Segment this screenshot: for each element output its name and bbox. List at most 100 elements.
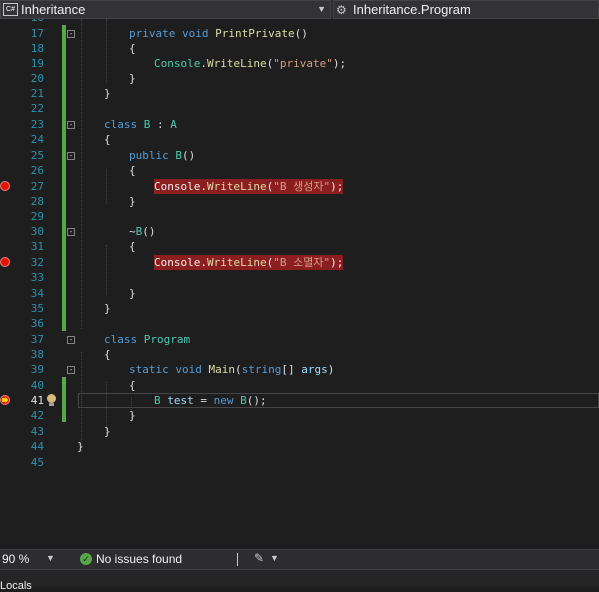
line-number: 31 — [30, 240, 44, 253]
editor-status-bar: 90 % ▼ ✓ No issues found ✎ ▼ — [0, 549, 599, 569]
code-line: 35 } — [0, 301, 599, 316]
class-icon: ⚙ — [336, 2, 347, 17]
code-line: 44 } — [0, 439, 599, 454]
line-number: 34 — [30, 287, 44, 300]
check-circle-icon: ✓ — [80, 553, 92, 565]
line-number: 25 — [30, 149, 44, 162]
code-line: 40 { — [0, 378, 599, 393]
line-number: 37 — [30, 333, 44, 346]
code-text[interactable]: private void PrintPrivate() — [129, 26, 308, 41]
locals-panel: Locals — [0, 569, 599, 592]
code-line: 28 } — [0, 194, 599, 209]
line-number: 40 — [30, 379, 44, 392]
line-number: 44 — [30, 440, 44, 453]
line-number: 32 — [30, 256, 44, 269]
code-text[interactable]: { — [104, 132, 111, 147]
code-line: 37 class Program — [0, 332, 599, 347]
separator — [237, 553, 238, 566]
code-line: 21 } — [0, 86, 599, 101]
code-line: 45 — [0, 455, 599, 470]
code-line: 42 } — [0, 408, 599, 423]
chevron-down-icon[interactable]: ▼ — [317, 4, 326, 14]
code-text[interactable]: { — [104, 347, 111, 362]
code-text[interactable]: class B : A — [104, 117, 177, 132]
line-number: 18 — [30, 42, 44, 55]
code-text[interactable]: } — [129, 408, 136, 423]
chevron-down-icon[interactable]: ▼ — [46, 553, 55, 563]
code-text[interactable]: } — [104, 301, 111, 316]
code-line: 33 — [0, 270, 599, 285]
line-number: 26 — [30, 164, 44, 177]
code-line: 18 { — [0, 41, 599, 56]
code-text[interactable]: public B() — [129, 148, 195, 163]
breakpoint-icon[interactable] — [0, 181, 10, 191]
locals-panel-title[interactable]: Locals — [0, 580, 32, 592]
current-line: 41 B test = new B(); — [0, 393, 599, 408]
code-text[interactable]: { — [129, 378, 136, 393]
code-text[interactable]: } — [129, 286, 136, 301]
code-text[interactable]: Console.WriteLine("B 생성자"); — [154, 179, 344, 194]
code-text[interactable]: Console.WriteLine("B 소멸자"); — [154, 255, 344, 270]
code-line: 19 Console.WriteLine("private"); — [0, 56, 599, 71]
code-text[interactable]: { — [129, 163, 136, 178]
execution-arrow-icon[interactable] — [0, 395, 10, 405]
code-text[interactable]: } — [104, 424, 111, 439]
line-number: 38 — [30, 348, 44, 361]
csharp-file-icon: C# — [3, 3, 18, 16]
line-number: 30 — [30, 225, 44, 238]
code-text[interactable]: static void Main(string[] args) — [129, 362, 334, 377]
line-number: 22 — [30, 102, 44, 115]
line-number: 41 — [30, 394, 44, 407]
code-text[interactable]: class Program — [104, 332, 190, 347]
code-editor[interactable]: 16 - - - - - - 17 private void PrintPriv… — [0, 19, 599, 549]
lightbulb-icon[interactable] — [47, 394, 56, 403]
code-text[interactable]: } — [77, 439, 84, 454]
code-line: 20 } — [0, 71, 599, 86]
line-number: 33 — [30, 271, 44, 284]
project-dropdown-label: Inheritance — [21, 2, 86, 17]
code-text[interactable]: } — [129, 194, 136, 209]
code-line: 39 static void Main(string[] args) — [0, 362, 599, 377]
line-number: 17 — [30, 27, 44, 40]
code-line: 22 — [0, 101, 599, 116]
member-dropdown[interactable]: ⚙ Inheritance.Program — [333, 0, 599, 19]
project-dropdown[interactable]: C# Inheritance ▼ — [0, 0, 331, 19]
code-text[interactable]: Console.WriteLine("private"); — [154, 56, 346, 71]
code-line: 17 private void PrintPrivate() — [0, 26, 599, 41]
code-line: 32 Console.WriteLine("B 소멸자"); — [0, 255, 599, 270]
code-line: 30 ~B() — [0, 224, 599, 239]
code-text[interactable]: } — [104, 86, 111, 101]
brush-icon[interactable]: ✎ — [254, 551, 264, 565]
code-text[interactable]: { — [129, 41, 136, 56]
lightbulb-base — [49, 403, 54, 406]
code-line: 16 — [0, 19, 599, 25]
zoom-level[interactable]: 90 % — [2, 552, 29, 566]
code-line: 29 — [0, 209, 599, 224]
code-text[interactable]: } — [129, 71, 136, 86]
issues-status[interactable]: No issues found — [96, 552, 182, 566]
chevron-down-icon[interactable]: ▼ — [270, 553, 279, 563]
line-number: 43 — [30, 425, 44, 438]
line-number: 28 — [30, 195, 44, 208]
code-line: 34 } — [0, 286, 599, 301]
line-number: 24 — [30, 133, 44, 146]
code-text[interactable]: { — [129, 239, 136, 254]
line-number: 23 — [30, 118, 44, 131]
code-text[interactable]: ~B() — [129, 224, 156, 239]
code-line: 23 class B : A — [0, 117, 599, 132]
navigation-bar: C# Inheritance ▼ ⚙ Inheritance.Program — [0, 0, 599, 20]
line-number: 21 — [30, 87, 44, 100]
breakpoint-icon[interactable] — [0, 257, 10, 267]
line-number: 45 — [30, 456, 44, 469]
code-line: 27 Console.WriteLine("B 생성자"); — [0, 179, 599, 194]
code-line: 31 { — [0, 239, 599, 254]
line-number: 16 — [18, 19, 44, 25]
line-number: 20 — [30, 72, 44, 85]
member-dropdown-label: Inheritance.Program — [353, 2, 471, 17]
line-number: 29 — [30, 210, 44, 223]
code-line: 24 { — [0, 132, 599, 147]
code-line: 25 public B() — [0, 148, 599, 163]
code-text[interactable]: B test = new B(); — [154, 393, 267, 408]
code-line: 36 — [0, 316, 599, 331]
line-number: 35 — [30, 302, 44, 315]
